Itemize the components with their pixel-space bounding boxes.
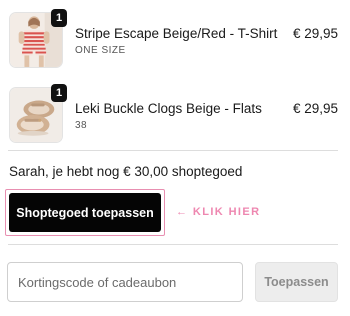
- cart-item: 1 Leki Buckle Clogs Beige - Flats 38 € 2…: [0, 75, 350, 143]
- product-price: € 29,95: [292, 101, 338, 116]
- quantity-badge: 1: [51, 84, 67, 102]
- product-title[interactable]: Stripe Escape Beige/Red - T-Shirt: [75, 26, 277, 41]
- divider: [8, 150, 338, 151]
- product-price: € 29,95: [292, 26, 338, 41]
- click-here-hint: ← KLIK HIER: [176, 206, 261, 218]
- cart-item: 1 Stripe Escape Beige/Red - T-Shirt ONE …: [0, 0, 350, 68]
- product-variant: ONE SIZE: [75, 45, 126, 56]
- store-credit-highlight: Shoptegoed toepassen: [5, 189, 165, 236]
- discount-code-input[interactable]: [7, 262, 243, 302]
- product-title[interactable]: Leki Buckle Clogs Beige - Flats: [75, 101, 262, 116]
- product-variant: 38: [75, 120, 88, 131]
- apply-discount-button[interactable]: Toepassen: [255, 262, 338, 302]
- store-credit-message: Sarah, je hebt nog € 30,00 shoptegoed: [9, 164, 243, 179]
- quantity-badge: 1: [51, 9, 67, 27]
- apply-store-credit-button[interactable]: Shoptegoed toepassen: [9, 193, 161, 232]
- divider: [8, 244, 338, 245]
